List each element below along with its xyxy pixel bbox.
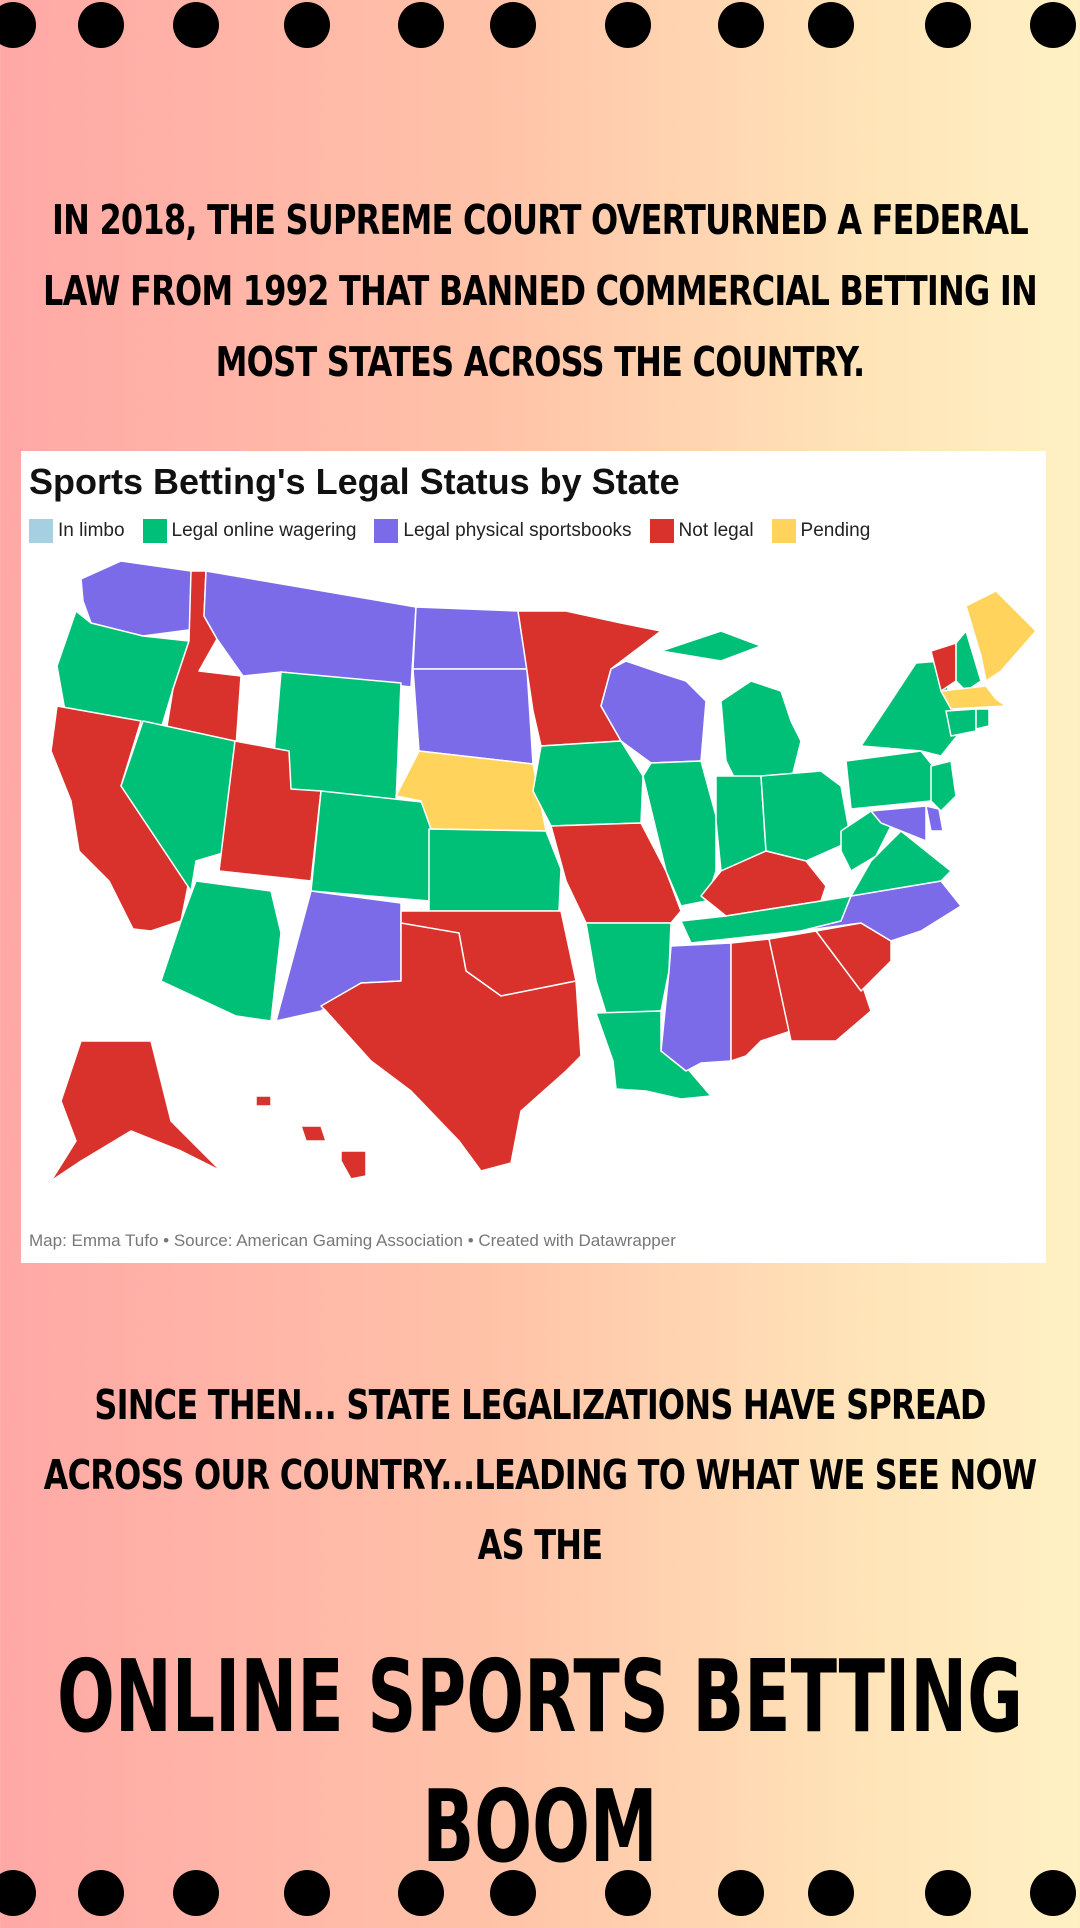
state-ri [975, 708, 990, 730]
decorative-dot [490, 1870, 536, 1916]
legend-swatch [374, 519, 399, 543]
state-ar [585, 922, 672, 1014]
state-ma [940, 685, 1007, 710]
legend-swatch [142, 519, 167, 543]
map-legend: In limbo Legal online wagering Legal physi… [29, 519, 888, 543]
legend-label: Legal online wagering [171, 520, 357, 541]
state-ms [660, 942, 732, 1072]
state-ia [532, 740, 644, 827]
state-sd [412, 668, 534, 765]
legend-label: Pending [800, 520, 871, 541]
legend-label: In limbo [58, 520, 125, 541]
state-ks [428, 828, 562, 912]
since-headline: Since then... state legalizations have s… [43, 1381, 1038, 1569]
decorative-dot [925, 1870, 971, 1916]
state-pa [845, 750, 942, 810]
decorative-dot [808, 1870, 854, 1916]
decorative-dot [605, 1870, 651, 1916]
map-title: Sports Betting's Legal Status by State [29, 461, 680, 502]
legend-label: Legal physical sportsbooks [403, 520, 632, 541]
decorative-dots-top [0, 0, 1080, 60]
state-ct [945, 708, 977, 737]
state-hi [255, 1095, 367, 1180]
decorative-dot [0, 2, 36, 48]
legend-item: In limbo [29, 519, 125, 543]
decorative-dot [78, 1870, 124, 1916]
legend-item: Legal physical sportsbooks [374, 519, 632, 543]
legend-item: Legal online wagering [142, 519, 357, 543]
decorative-dot [173, 1870, 219, 1916]
decorative-dot [78, 2, 124, 48]
state-ak [50, 1040, 222, 1182]
legend-item: Not legal [649, 519, 754, 543]
state-co [310, 790, 432, 902]
legend-swatch [29, 519, 53, 543]
legend-swatch [771, 519, 796, 543]
us-states-map [50, 560, 1037, 1182]
decorative-dot [1030, 1870, 1076, 1916]
decorative-dots-bottom [0, 1868, 1080, 1928]
decorative-dot [284, 2, 330, 48]
legend-swatch [649, 519, 674, 543]
state-nj [930, 760, 957, 812]
boom-headline: Online sports betting boom [57, 1638, 1023, 1885]
legend-item: Pending [771, 519, 871, 543]
decorative-dot [718, 2, 764, 48]
decorative-dot [0, 1870, 36, 1916]
intro-headline: In 2018, the Supreme Court overturned a … [43, 196, 1038, 386]
decorative-dot [605, 2, 651, 48]
state-nd [412, 606, 528, 670]
decorative-dot [1030, 2, 1076, 48]
decorative-dot [284, 1870, 330, 1916]
map-card: Sports Betting's Legal Status by State I… [21, 451, 1046, 1263]
decorative-dot [808, 2, 854, 48]
decorative-dot [718, 1870, 764, 1916]
state-mt [203, 570, 417, 688]
legend-label: Not legal [678, 520, 754, 541]
map-credit: Map: Emma Tufo • Source: American Gaming… [29, 1231, 676, 1250]
decorative-dot [398, 1870, 444, 1916]
state-oh [760, 770, 852, 862]
decorative-dot [925, 2, 971, 48]
decorative-dot [173, 2, 219, 48]
decorative-dot [490, 2, 536, 48]
decorative-dot [398, 2, 444, 48]
